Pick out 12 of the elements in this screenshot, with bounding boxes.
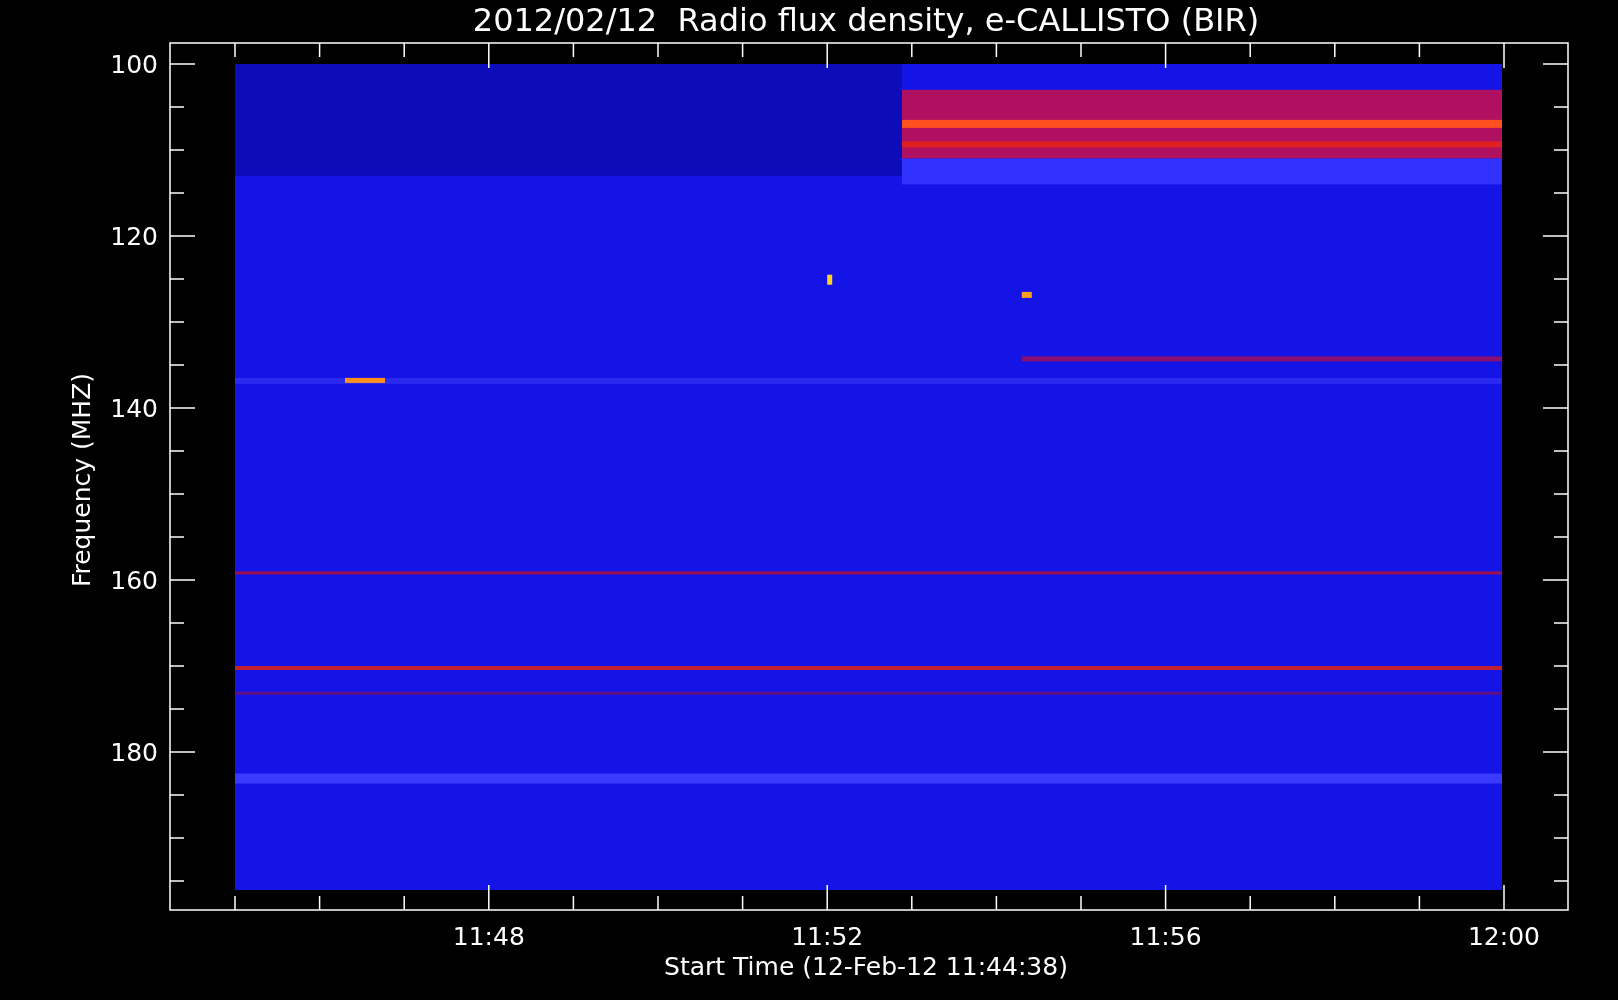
axis-tick-label: 180 xyxy=(110,738,158,767)
axis-tick-label: 120 xyxy=(110,222,158,251)
axis-tick-label: 12:00 xyxy=(1468,922,1540,951)
axis-tick-label: 100 xyxy=(110,50,158,79)
axis-tick-label: 160 xyxy=(110,566,158,595)
axis-tick-label: 11:48 xyxy=(452,922,525,951)
chart-title: 2012/02/12 Radio flux density, e-CALLISTO (BIR) xyxy=(472,1,1260,39)
axis-tick-label: 11:56 xyxy=(1129,922,1202,951)
axis-label: Start Time (12-Feb-12 11:44:38) xyxy=(664,952,1068,981)
axis-tick-label: 140 xyxy=(110,394,158,423)
axis-label: Frequency (MHZ) xyxy=(67,372,96,588)
axis-tick-label: 11:52 xyxy=(791,922,864,951)
